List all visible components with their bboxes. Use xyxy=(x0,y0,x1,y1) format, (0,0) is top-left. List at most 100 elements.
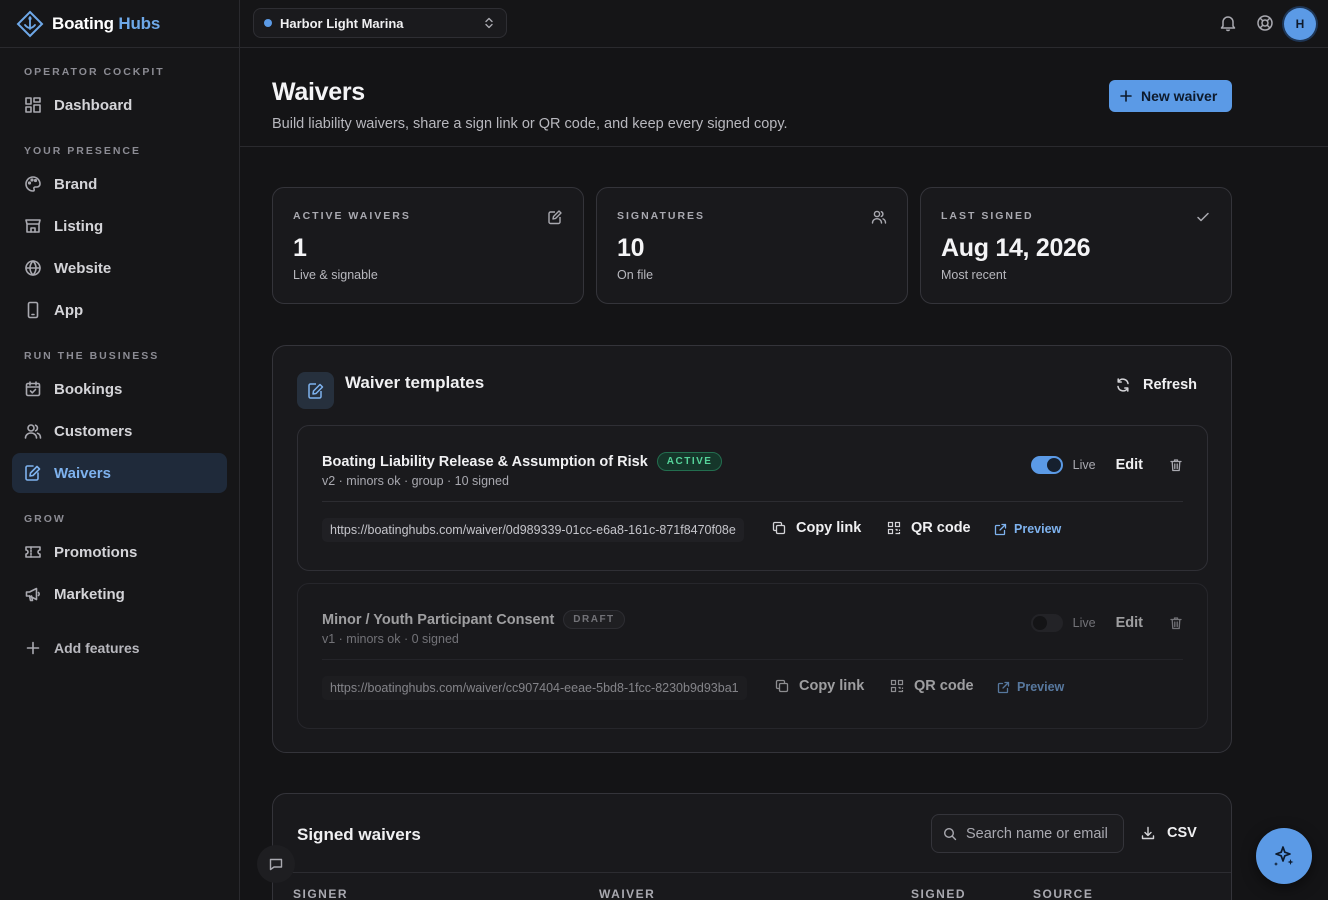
trash-icon[interactable] xyxy=(1169,458,1183,472)
sidebar-item-label: Bookings xyxy=(54,380,123,398)
trash-icon[interactable] xyxy=(1169,616,1183,630)
plus-icon xyxy=(1120,90,1132,102)
sidebar-item-website[interactable]: Website xyxy=(12,248,227,288)
edit-button[interactable]: Edit xyxy=(1116,457,1143,473)
qr-code-label: QR code xyxy=(914,678,974,694)
topbar: Harbor Light Marina H xyxy=(240,0,1328,48)
sidebar-item-dashboard[interactable]: Dashboard xyxy=(12,85,227,125)
brand-logo[interactable]: Boating Hubs xyxy=(0,0,239,48)
ai-assistant-button[interactable] xyxy=(1256,828,1312,884)
download-icon xyxy=(1141,826,1155,840)
help-lifebuoy-icon[interactable] xyxy=(1256,14,1274,32)
stat-sub: On file xyxy=(617,268,654,282)
waiver-url[interactable]: https://boatinghubs.com/waiver/0d989339-… xyxy=(322,518,744,542)
sidebar-item-label: Dashboard xyxy=(54,96,133,114)
sparkles-icon xyxy=(1274,846,1294,866)
stat-label: LAST SIGNED xyxy=(941,210,1034,222)
sidebar-item-label: Listing xyxy=(54,217,104,235)
marina-select[interactable]: Harbor Light Marina xyxy=(253,8,507,38)
feedback-chat-button[interactable] xyxy=(257,845,295,883)
template-name: Boating Liability Release & Assumption o… xyxy=(322,453,648,470)
qr-code-icon xyxy=(887,521,901,535)
copy-icon xyxy=(772,521,786,535)
panel-title: Waiver templates xyxy=(345,373,485,392)
brand-name-accent: Hubs xyxy=(118,13,161,33)
qr-code-button[interactable]: QR code xyxy=(887,520,971,536)
column-header-waiver[interactable]: WAIVER xyxy=(599,887,655,900)
stat-value: Aug 14, 2026 xyxy=(941,234,1091,262)
section-grow: GROW xyxy=(24,513,66,525)
divider xyxy=(322,501,1183,502)
search-field[interactable] xyxy=(931,814,1124,853)
marina-status-dot xyxy=(264,19,272,27)
calendar-icon xyxy=(25,381,41,397)
brand-name: Boating xyxy=(52,13,114,33)
waiver-url[interactable]: https://boatinghubs.com/waiver/cc907404-… xyxy=(322,676,747,700)
preview-link[interactable]: Preview xyxy=(994,522,1061,536)
sidebar-item-label: Brand xyxy=(54,175,98,193)
sidebar-item-listing[interactable]: Listing xyxy=(12,206,227,246)
live-toggle[interactable] xyxy=(1030,614,1063,632)
copy-link-label: Copy link xyxy=(796,520,862,536)
refresh-label: Refresh xyxy=(1143,377,1197,393)
sidebar-item-app[interactable]: App xyxy=(12,290,227,330)
phone-icon xyxy=(27,301,39,319)
copy-link-button[interactable]: Copy link xyxy=(775,678,864,694)
refresh-button[interactable]: Refresh xyxy=(1115,377,1197,393)
stat-sub: Live & signable xyxy=(293,268,378,282)
template-meta: v2 · minors ok · group · 10 signed xyxy=(322,474,509,488)
column-header-source[interactable]: SOURCE xyxy=(1033,887,1093,900)
live-label: Live xyxy=(1072,458,1096,472)
user-avatar[interactable]: H xyxy=(1284,8,1316,40)
external-link-icon xyxy=(997,681,1010,693)
template-meta: v1 · minors ok · 0 signed xyxy=(322,632,459,646)
store-icon xyxy=(25,219,41,233)
preview-label: Preview xyxy=(1017,680,1065,694)
panel-title: Signed waivers xyxy=(297,825,421,844)
marina-name: Harbor Light Marina xyxy=(280,15,404,31)
search-icon xyxy=(943,827,957,840)
sidebar-item-brand[interactable]: Brand xyxy=(12,164,227,204)
preview-link[interactable]: Preview xyxy=(997,680,1064,694)
sidebar-item-customers[interactable]: Customers xyxy=(12,411,227,451)
csv-download-button[interactable]: CSV xyxy=(1141,825,1197,841)
sidebar-item-waivers[interactable]: Waivers xyxy=(12,453,227,493)
preview-label: Preview xyxy=(1014,522,1062,536)
status-badge: ACTIVE xyxy=(656,452,723,471)
users-icon xyxy=(24,424,42,439)
column-header-signer[interactable]: SIGNER xyxy=(293,887,348,900)
add-features-button[interactable]: Add features xyxy=(12,628,227,668)
sidebar-item-bookings[interactable]: Bookings xyxy=(12,369,227,409)
search-input[interactable] xyxy=(966,825,1116,842)
palette-icon xyxy=(25,176,41,192)
qr-code-button[interactable]: QR code xyxy=(890,678,974,694)
stat-card-active-waivers: ACTIVE WAIVERS 1 Live & signable xyxy=(272,187,584,304)
chat-icon xyxy=(269,858,283,871)
page-subtitle: Build liability waivers, share a sign li… xyxy=(272,116,788,132)
template-card: Boating Liability Release & Assumption o… xyxy=(297,425,1208,571)
edit-doc-icon xyxy=(25,465,41,481)
waiver-templates-panel: Waiver templates Refresh Boating Liabili… xyxy=(272,345,1232,753)
template-card: Minor / Youth Participant Consent DRAFT … xyxy=(297,583,1208,729)
sidebar-item-label: Marketing xyxy=(54,585,125,603)
template-name: Minor / Youth Participant Consent xyxy=(322,611,555,628)
status-badge: DRAFT xyxy=(563,610,625,629)
page-title: Waivers xyxy=(272,78,365,106)
sidebar-item-promotions[interactable]: Promotions xyxy=(12,532,227,572)
sidebar-item-marketing[interactable]: Marketing xyxy=(12,574,227,614)
stat-value: 10 xyxy=(617,234,645,262)
divider xyxy=(322,659,1183,660)
divider xyxy=(273,872,1231,873)
new-waiver-button[interactable]: New waiver xyxy=(1109,80,1232,112)
column-header-signed[interactable]: SIGNED xyxy=(911,887,966,900)
copy-link-button[interactable]: Copy link xyxy=(772,520,861,536)
edit-button[interactable]: Edit xyxy=(1116,615,1143,631)
qr-code-icon xyxy=(890,679,904,693)
stat-label: ACTIVE WAIVERS xyxy=(293,210,411,222)
copy-link-label: Copy link xyxy=(799,678,865,694)
live-toggle[interactable] xyxy=(1030,456,1063,474)
bell-icon[interactable] xyxy=(1220,14,1236,32)
stat-sub: Most recent xyxy=(941,268,1007,282)
stat-card-last-signed: LAST SIGNED Aug 14, 2026 Most recent xyxy=(920,187,1232,304)
edit-doc-icon xyxy=(548,210,562,225)
